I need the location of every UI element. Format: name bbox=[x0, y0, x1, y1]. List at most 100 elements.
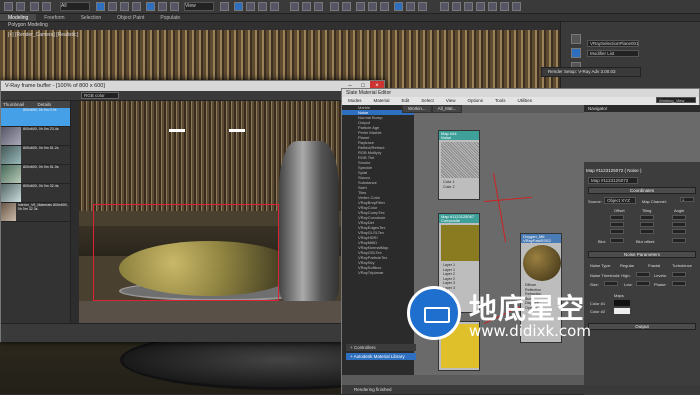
map-channel-spinner[interactable]: 1 bbox=[680, 197, 694, 202]
pivot-icon[interactable] bbox=[220, 2, 229, 11]
navigator-preview[interactable] bbox=[584, 112, 700, 162]
mirror-icon[interactable] bbox=[302, 2, 311, 11]
tiling-x-spinner[interactable] bbox=[640, 215, 654, 220]
menu-options[interactable]: Options bbox=[462, 97, 490, 105]
tab-selection[interactable]: Selection bbox=[73, 14, 110, 21]
node-slot[interactable]: Color 2 bbox=[439, 185, 479, 190]
select-by-name-icon[interactable] bbox=[108, 2, 117, 11]
vray-fur-icon[interactable] bbox=[488, 2, 497, 11]
angle-z-spinner[interactable] bbox=[672, 229, 686, 234]
tab-freeform[interactable]: Freeform bbox=[36, 14, 72, 21]
menu-modes[interactable]: Modes bbox=[342, 97, 368, 105]
blur-offset-spinner[interactable] bbox=[672, 238, 686, 243]
phase-spinner[interactable] bbox=[672, 281, 686, 286]
menu-edit[interactable]: Edit bbox=[396, 97, 416, 105]
noise-node[interactable]: Map #44 Noise Color 1 Color 2 bbox=[438, 130, 480, 200]
layer-icon[interactable] bbox=[330, 2, 339, 11]
menu-utilities[interactable]: Utilities bbox=[512, 97, 539, 105]
noise-type-regular[interactable]: Regular bbox=[620, 263, 634, 268]
undo-icon[interactable] bbox=[4, 2, 13, 11]
low-spinner[interactable] bbox=[636, 281, 650, 286]
blur-spinner[interactable] bbox=[610, 238, 624, 243]
create-tab-icon[interactable] bbox=[571, 34, 581, 44]
tab-working-view[interactable]: Workin... bbox=[402, 105, 432, 113]
menu-select[interactable]: Select bbox=[415, 97, 440, 105]
move-icon[interactable] bbox=[146, 2, 155, 11]
viewport-label[interactable]: [+] [Render_Camera] [Realistic] bbox=[8, 32, 78, 38]
curve-editor-icon[interactable] bbox=[356, 2, 365, 11]
vray-sphere-icon[interactable] bbox=[512, 2, 521, 11]
graphite-icon[interactable] bbox=[342, 2, 351, 11]
scale-icon[interactable] bbox=[170, 2, 179, 11]
coordinates-rollout[interactable]: Coordinates bbox=[588, 187, 696, 194]
map-name-field[interactable]: Map #1123125072 bbox=[588, 177, 638, 184]
tab-populate[interactable]: Populate bbox=[152, 14, 188, 21]
history-row[interactable]: 800x600, 0h 0m 51.0s bbox=[1, 165, 70, 184]
view-name-field[interactable]: Working_View bbox=[656, 97, 696, 103]
vfb-titlebar[interactable]: V-Ray frame buffer - [100% of 800 x 600]… bbox=[1, 81, 384, 91]
menu-tools[interactable]: Tools bbox=[489, 97, 512, 105]
rectangle-select-icon[interactable] bbox=[120, 2, 129, 11]
browser-item[interactable]: VRayTriplanar bbox=[342, 270, 414, 275]
autodesk-library-item[interactable]: + Autodesk Material Library bbox=[346, 353, 416, 360]
tiling-z-spinner[interactable] bbox=[640, 229, 654, 234]
vray-proxy-icon[interactable] bbox=[476, 2, 485, 11]
unlink-icon[interactable] bbox=[42, 2, 51, 11]
vray-camera-icon[interactable] bbox=[464, 2, 473, 11]
named-selection-icon[interactable] bbox=[290, 2, 299, 11]
source-dropdown[interactable]: Object XYZ bbox=[604, 197, 636, 204]
tab-all-materials[interactable]: All_Mat... bbox=[431, 105, 463, 113]
history-row[interactable]: 800x600, 0h 0m 32.4s bbox=[1, 184, 70, 203]
align-icon[interactable] bbox=[314, 2, 323, 11]
link-icon[interactable] bbox=[30, 2, 39, 11]
window-crossing-icon[interactable] bbox=[132, 2, 141, 11]
rendered-frame-icon[interactable] bbox=[406, 2, 415, 11]
vray-plane-icon[interactable] bbox=[500, 2, 509, 11]
percent-snap-icon[interactable] bbox=[258, 2, 267, 11]
render-setup-icon[interactable] bbox=[394, 2, 403, 11]
selection-filter-dropdown[interactable]: All bbox=[60, 2, 90, 11]
angle-snap-icon[interactable] bbox=[246, 2, 255, 11]
menu-view[interactable]: View bbox=[440, 97, 462, 105]
offset-x-spinner[interactable] bbox=[610, 215, 624, 220]
modify-tab-icon[interactable] bbox=[571, 48, 581, 58]
history-row[interactable]: 800x600, 0h 0m 23.4s bbox=[1, 127, 70, 146]
slate-titlebar[interactable]: Slate Material Editor bbox=[342, 89, 699, 97]
render-setup-titlebar[interactable]: Render Setup: V-Ray Adv 3.00.03 bbox=[541, 67, 641, 77]
tab-object-paint[interactable]: Object Paint bbox=[109, 14, 152, 21]
select-object-icon[interactable] bbox=[96, 2, 105, 11]
vray-light-icon[interactable] bbox=[452, 2, 461, 11]
vfb-render-image[interactable] bbox=[79, 101, 385, 323]
menu-material[interactable]: Material bbox=[368, 97, 396, 105]
reference-coord-dropdown[interactable]: View bbox=[184, 2, 214, 11]
noise-type-fractal[interactable]: Fractal bbox=[648, 263, 660, 268]
noise-type-turbulence[interactable]: Turbulence bbox=[672, 263, 692, 268]
noise-parameters-rollout[interactable]: Noise Parameters bbox=[588, 251, 696, 258]
schematic-icon[interactable] bbox=[368, 2, 377, 11]
history-details: 800x600, 0h 0m 51.0s bbox=[23, 165, 59, 169]
history-row[interactable]: 800x600, 0h 0m 51.2s bbox=[1, 146, 70, 165]
redo-icon[interactable] bbox=[16, 2, 25, 11]
offset-y-spinner[interactable] bbox=[610, 222, 624, 227]
rotate-icon[interactable] bbox=[158, 2, 167, 11]
tab-modeling[interactable]: Modeling bbox=[0, 14, 37, 21]
history-row[interactable]: Interior_V6_Materials 800x600, 0h 0m 32.… bbox=[1, 203, 70, 222]
channel-dropdown[interactable]: RGB color bbox=[81, 92, 119, 99]
levels-spinner[interactable] bbox=[672, 272, 686, 277]
vray-icon[interactable] bbox=[440, 2, 449, 11]
render-region-box[interactable] bbox=[93, 204, 279, 301]
polygon-modeling-label[interactable]: Polygon Modeling bbox=[0, 22, 48, 28]
modifier-list-dropdown[interactable]: Modifier List bbox=[587, 50, 639, 57]
render-icon[interactable] bbox=[418, 2, 427, 11]
angle-y-spinner[interactable] bbox=[672, 222, 686, 227]
snap-icon[interactable] bbox=[234, 2, 243, 11]
material-editor-icon[interactable] bbox=[380, 2, 389, 11]
high-spinner[interactable] bbox=[636, 272, 650, 277]
offset-z-spinner[interactable] bbox=[610, 229, 624, 234]
history-row[interactable]: 800x600, 0h 0m 0.0s bbox=[1, 108, 70, 127]
tiling-y-spinner[interactable] bbox=[640, 222, 654, 227]
object-name-field[interactable]: VRaySelectionPlane001 bbox=[587, 40, 639, 47]
angle-x-spinner[interactable] bbox=[672, 215, 686, 220]
spinner-snap-icon[interactable] bbox=[270, 2, 279, 11]
controllers-item[interactable]: + Controllers bbox=[346, 344, 416, 351]
